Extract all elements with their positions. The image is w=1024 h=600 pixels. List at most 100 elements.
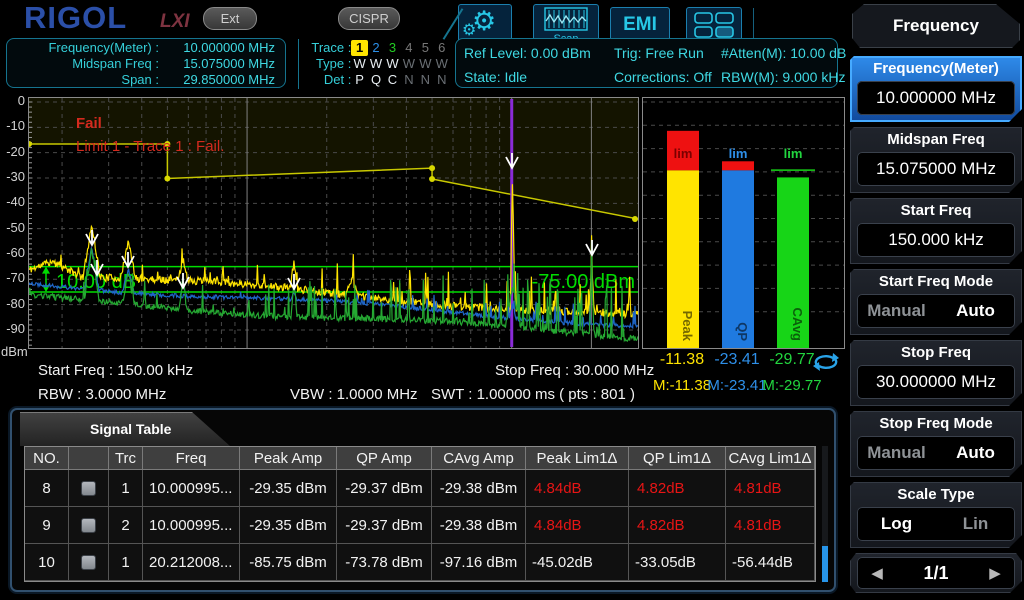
row-checkbox[interactable] bbox=[81, 518, 96, 533]
trace-cell[interactable]: W bbox=[434, 56, 450, 72]
signal-table-panel: Signal Table NO.TrcFreqPeak AmpQP AmpCAv… bbox=[10, 408, 836, 592]
y-tick-label: -40 bbox=[0, 194, 25, 209]
trace-cell[interactable]: 3 bbox=[384, 40, 400, 56]
page-prev-button[interactable]: ◀ bbox=[857, 564, 897, 582]
limit-point[interactable] bbox=[632, 216, 638, 222]
status-line: Corrections: Off bbox=[614, 65, 724, 89]
softkey-scale-type[interactable]: Scale TypeLogLin bbox=[850, 482, 1022, 548]
emi-mode-button[interactable]: EMI bbox=[610, 7, 670, 42]
softkey-value: 150.000 kHz bbox=[857, 223, 1015, 257]
table-row[interactable]: 9210.000995...-29.35 dBm-29.37 dBm-29.38… bbox=[25, 507, 815, 544]
trace1-peak bbox=[29, 184, 638, 317]
trace-cell[interactable]: 6 bbox=[434, 40, 450, 56]
cell-checkbox bbox=[69, 544, 109, 581]
signal-table: NO.TrcFreqPeak AmpQP AmpCAvg AmpPeak Lim… bbox=[24, 446, 816, 582]
softkey-label: Scale Type bbox=[850, 482, 1022, 507]
trace-cell[interactable]: N bbox=[434, 72, 450, 88]
cell-freq: 10.000995... bbox=[143, 507, 240, 544]
info-label: Frequency(Meter) : bbox=[7, 40, 159, 56]
instrument-screen: RIGOL LXI Ext CISPR ⚙ ⚙ Scan EMI 17:10:2… bbox=[0, 0, 1024, 600]
status-line: #Atten(M): 10.00 dB bbox=[721, 41, 839, 65]
row-checkbox[interactable] bbox=[81, 555, 96, 570]
cell-peak-amp: -29.35 dBm bbox=[240, 470, 337, 507]
signal-table-tab[interactable]: Signal Table bbox=[20, 412, 230, 446]
trace-cell[interactable]: 1 bbox=[351, 40, 367, 56]
table-row[interactable]: 10120.212008...-85.75 dBm-73.78 dBm-97.1… bbox=[25, 544, 815, 581]
trace-row: Type :WWWWWW bbox=[303, 56, 450, 72]
trace-cell[interactable]: W bbox=[351, 56, 367, 72]
table-header-row: NO.TrcFreqPeak AmpQP AmpCAvg AmpPeak Lim… bbox=[25, 447, 815, 470]
trace-cell[interactable]: 5 bbox=[417, 40, 433, 56]
status-line: Ref Level: 0.00 dBm bbox=[464, 41, 614, 65]
option-log[interactable]: Log bbox=[857, 507, 936, 541]
display-layout-button[interactable] bbox=[686, 7, 742, 42]
softkey-value: 10.000000 MHz bbox=[857, 81, 1015, 115]
option-auto[interactable]: Auto bbox=[936, 436, 1015, 470]
info-label: Midspan Freq : bbox=[7, 56, 159, 72]
cispr-button[interactable]: CISPR bbox=[338, 7, 400, 30]
softkey-start-freq[interactable]: Start Freq150.000 kHz bbox=[850, 198, 1022, 264]
trace-cell[interactable]: N bbox=[401, 72, 417, 88]
trace-cell[interactable]: Q bbox=[368, 72, 384, 88]
status-column: Trig: Free RunCorrections: Off bbox=[614, 41, 724, 89]
ext-button[interactable]: Ext bbox=[203, 7, 257, 30]
window-grid-icon bbox=[692, 10, 736, 40]
cell-peak-amp: -29.35 dBm bbox=[240, 507, 337, 544]
limit-point[interactable] bbox=[429, 176, 435, 182]
bar-value: -23.41 bbox=[707, 351, 767, 369]
softkey-start-freq-mode[interactable]: Start Freq ModeManualAuto bbox=[850, 269, 1022, 335]
trace-row-label: Trace : bbox=[303, 40, 351, 56]
cell-qp-amp: -29.37 dBm bbox=[337, 470, 432, 507]
softkey-label: Frequency(Meter) bbox=[850, 56, 1022, 81]
table-scrollbar-thumb[interactable] bbox=[822, 546, 828, 582]
trace-cell[interactable]: 4 bbox=[401, 40, 417, 56]
cell-qp-lim: 4.82dB bbox=[629, 470, 726, 507]
trace-cell[interactable]: C bbox=[384, 72, 400, 88]
column-header: Peak Lim1Δ bbox=[526, 447, 629, 470]
option-auto[interactable]: Auto bbox=[936, 294, 1015, 328]
status-info-box: Ref Level: 0.00 dBmState: IdleTrig: Free… bbox=[455, 38, 838, 88]
softkey-midspan-freq[interactable]: Midspan Freq15.075000 MHz bbox=[850, 127, 1022, 193]
option-lin[interactable]: Lin bbox=[936, 507, 1015, 541]
trace-cell[interactable]: W bbox=[384, 56, 400, 72]
trace-row: Det :PQCNNN bbox=[303, 72, 450, 88]
cell-cavg-lim: 4.81dB bbox=[726, 470, 815, 507]
trace-row: Trace :123456 bbox=[303, 40, 450, 56]
bar-lim-label: lim bbox=[729, 146, 748, 161]
bar-lim-label: lim bbox=[674, 146, 693, 161]
column-header: CAvg Lim1Δ bbox=[726, 447, 815, 470]
rigol-logo: RIGOL bbox=[24, 0, 127, 36]
table-row[interactable]: 8110.000995...-29.35 dBm-29.37 dBm-29.38… bbox=[25, 470, 815, 507]
status-line: State: Idle bbox=[464, 65, 614, 89]
trace-cell[interactable]: W bbox=[368, 56, 384, 72]
trace-cell[interactable]: 2 bbox=[368, 40, 384, 56]
softkey-stop-freq-mode[interactable]: Stop Freq ModeManualAuto bbox=[850, 411, 1022, 477]
trace-row-label: Type : bbox=[303, 56, 351, 72]
table-scrollbar[interactable] bbox=[822, 446, 828, 582]
softkey-value: 15.075000 MHz bbox=[857, 152, 1015, 186]
trace-cell[interactable]: N bbox=[417, 72, 433, 88]
option-manual[interactable]: Manual bbox=[857, 294, 936, 328]
trace-cell[interactable]: W bbox=[417, 56, 433, 72]
meter-refresh-icon[interactable] bbox=[812, 352, 840, 372]
info-value: 15.075000 MHz bbox=[159, 56, 285, 72]
cell-qp-amp: -73.78 dBm bbox=[337, 544, 432, 581]
page-next-button[interactable]: ▶ bbox=[975, 564, 1015, 582]
trace-cell[interactable]: P bbox=[351, 72, 367, 88]
gear-small-icon: ⚙ bbox=[462, 20, 476, 40]
cell-checkbox bbox=[69, 470, 109, 507]
meter-bars: limPeaklimQPlimCAvg bbox=[643, 98, 844, 348]
option-manual[interactable]: Manual bbox=[857, 436, 936, 470]
column-header: Peak Amp bbox=[240, 447, 337, 470]
limit-point[interactable] bbox=[164, 175, 170, 181]
trace-cell[interactable]: W bbox=[401, 56, 417, 72]
limit-point[interactable] bbox=[429, 165, 435, 171]
cell-peak-amp: -85.75 dBm bbox=[240, 544, 337, 581]
row-checkbox[interactable] bbox=[81, 481, 96, 496]
cell-no: 10 bbox=[25, 544, 69, 581]
softkey-stop-freq[interactable]: Stop Freq30.000000 MHz bbox=[850, 340, 1022, 406]
scan-waveform-icon bbox=[544, 7, 588, 31]
y-tick-label: -10 bbox=[0, 118, 25, 133]
softkey-frequency-meter-[interactable]: Frequency(Meter)10.000000 MHz bbox=[850, 56, 1022, 122]
spectrum-plot: 10.00 dB-75.00 dBmFailLimit 1 - Trace 1 … bbox=[29, 98, 638, 348]
